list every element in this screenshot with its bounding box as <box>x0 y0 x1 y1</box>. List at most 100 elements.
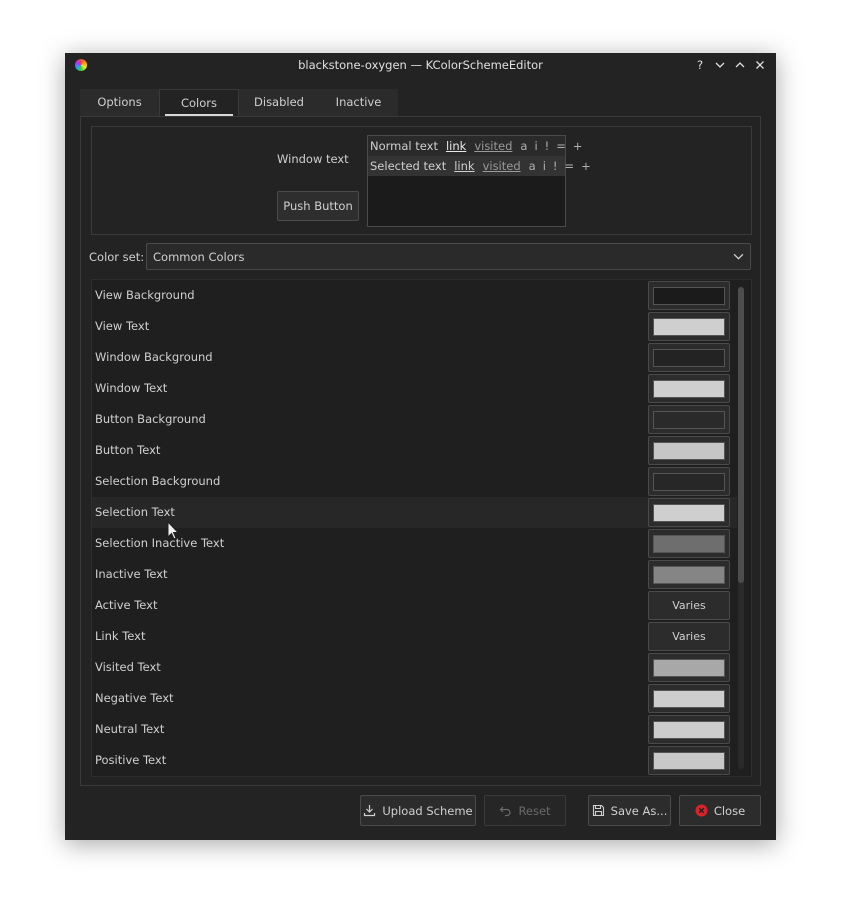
close-label: Close <box>713 803 746 818</box>
tab-disabled[interactable]: Disabled <box>239 89 319 116</box>
color-swatch-button[interactable] <box>648 560 730 589</box>
color-row-label: Selection Inactive Text <box>95 536 225 550</box>
color-scheme-editor-window: blackstone-oxygen — KColorSchemeEditor ?… <box>65 53 776 840</box>
varies-button[interactable]: Varies <box>648 622 730 651</box>
color-swatch <box>653 503 725 522</box>
color-row-inactive-text: Inactive Text <box>92 559 737 590</box>
selected-text-row: Selected text link visited a i ! = + <box>368 156 591 176</box>
color-swatch-button[interactable] <box>648 684 730 713</box>
color-swatch <box>653 534 725 553</box>
color-swatch <box>653 410 725 429</box>
color-swatch-button[interactable] <box>648 746 730 775</box>
color-row-button-background: Button Background <box>92 404 737 435</box>
chevron-down-icon <box>733 253 744 260</box>
save-as-button[interactable]: Save As... <box>588 795 671 826</box>
selected-text-label: Selected text <box>370 159 447 173</box>
symbol-a: a <box>520 139 528 153</box>
push-button[interactable]: Push Button <box>277 191 359 221</box>
color-swatch-button[interactable] <box>648 281 730 310</box>
color-row-label: Button Text <box>95 443 161 457</box>
selected-link[interactable]: link <box>454 159 474 173</box>
color-swatch-button[interactable] <box>648 498 730 527</box>
tab-bar: Options Colors Disabled Inactive <box>80 89 398 116</box>
color-row-label: Inactive Text <box>95 567 168 581</box>
upload-scheme-button[interactable]: Upload Scheme <box>360 795 476 826</box>
color-row-link-text: Link Text Varies <box>92 621 737 652</box>
chevron-up-icon <box>735 62 745 68</box>
color-row-label: Visited Text <box>95 660 161 674</box>
selected-visited-link[interactable]: visited <box>483 159 521 173</box>
symbol-a: a <box>528 159 536 173</box>
color-row-selection-inactive-text: Selection Inactive Text <box>92 528 737 559</box>
color-swatch-button[interactable] <box>648 436 730 465</box>
varies-button[interactable]: Varies <box>648 591 730 620</box>
maximize-button[interactable] <box>731 55 749 75</box>
color-swatch <box>653 348 725 367</box>
help-icon: ? <box>696 58 704 72</box>
help-button[interactable]: ? <box>691 55 709 75</box>
close-button[interactable]: Close <box>679 795 761 826</box>
color-row-label: Selection Text <box>95 505 175 519</box>
color-row-label: Window Background <box>95 350 213 364</box>
color-set-value: Common Colors <box>153 249 245 264</box>
tab-inactive[interactable]: Inactive <box>319 89 398 116</box>
mouse-cursor-icon <box>167 521 179 540</box>
text-sample-box: Normal text link visited a i ! = + Selec… <box>367 135 591 227</box>
symbol-plus: + <box>572 139 583 153</box>
color-row-window-text: Window Text <box>92 373 737 404</box>
color-swatch-button[interactable] <box>648 312 730 341</box>
scrollbar-thumb[interactable] <box>738 287 744 583</box>
upload-icon <box>363 804 376 817</box>
color-set-label: Color set: <box>89 250 145 264</box>
color-swatch <box>653 379 725 398</box>
color-row-label: Active Text <box>95 598 158 612</box>
color-row-label: Positive Text <box>95 753 167 767</box>
color-row-label: View Text <box>95 319 150 333</box>
color-swatch-button[interactable] <box>648 343 730 372</box>
color-swatch <box>653 565 725 584</box>
color-swatch <box>653 720 725 739</box>
color-row-label: Neutral Text <box>95 722 165 736</box>
varies-label: Varies <box>672 599 706 612</box>
color-swatch-button[interactable] <box>648 467 730 496</box>
color-row-active-text: Active Text Varies <box>92 590 737 621</box>
color-swatch <box>653 689 725 708</box>
close-window-button[interactable] <box>751 55 769 75</box>
normal-text-row: Normal text link visited a i ! = + <box>368 136 583 156</box>
normal-visited-link[interactable]: visited <box>474 139 512 153</box>
color-swatch-button[interactable] <box>648 374 730 403</box>
color-row-visited-text: Visited Text <box>92 652 737 683</box>
close-circle-icon <box>695 804 708 817</box>
symbol-i: i <box>534 139 538 153</box>
color-row-selection-background: Selection Background <box>92 466 737 497</box>
color-row-view-background: View Background <box>92 280 737 311</box>
minimize-button[interactable] <box>711 55 729 75</box>
normal-link[interactable]: link <box>446 139 466 153</box>
symbol-i: i <box>542 159 546 173</box>
color-row-view-text: View Text <box>92 311 737 342</box>
color-row-label: Negative Text <box>95 691 174 705</box>
close-icon <box>756 61 764 69</box>
color-row-label: Button Background <box>95 412 206 426</box>
save-icon <box>592 804 605 817</box>
color-row-label: Link Text <box>95 629 146 643</box>
vertical-scrollbar[interactable] <box>738 287 744 769</box>
color-swatch-button[interactable] <box>648 715 730 744</box>
tab-colors[interactable]: Colors <box>159 89 239 116</box>
color-swatch-button[interactable] <box>648 653 730 682</box>
color-set-dropdown[interactable]: Common Colors <box>146 243 751 270</box>
window-title: blackstone-oxygen — KColorSchemeEditor <box>298 58 543 72</box>
color-swatch-button[interactable] <box>648 529 730 558</box>
color-row-negative-text: Negative Text <box>92 683 737 714</box>
normal-text-label: Normal text <box>370 139 438 153</box>
color-row-label: View Background <box>95 288 195 302</box>
symbol-equals: = <box>556 139 566 153</box>
reset-button[interactable]: Reset <box>484 795 566 826</box>
title-bar[interactable]: blackstone-oxygen — KColorSchemeEditor ? <box>65 53 776 77</box>
tab-options[interactable]: Options <box>80 89 159 116</box>
color-swatch <box>653 286 725 305</box>
color-swatch <box>653 317 725 336</box>
color-swatch-button[interactable] <box>648 405 730 434</box>
color-swatch <box>653 441 725 460</box>
color-row-button-text: Button Text <box>92 435 737 466</box>
